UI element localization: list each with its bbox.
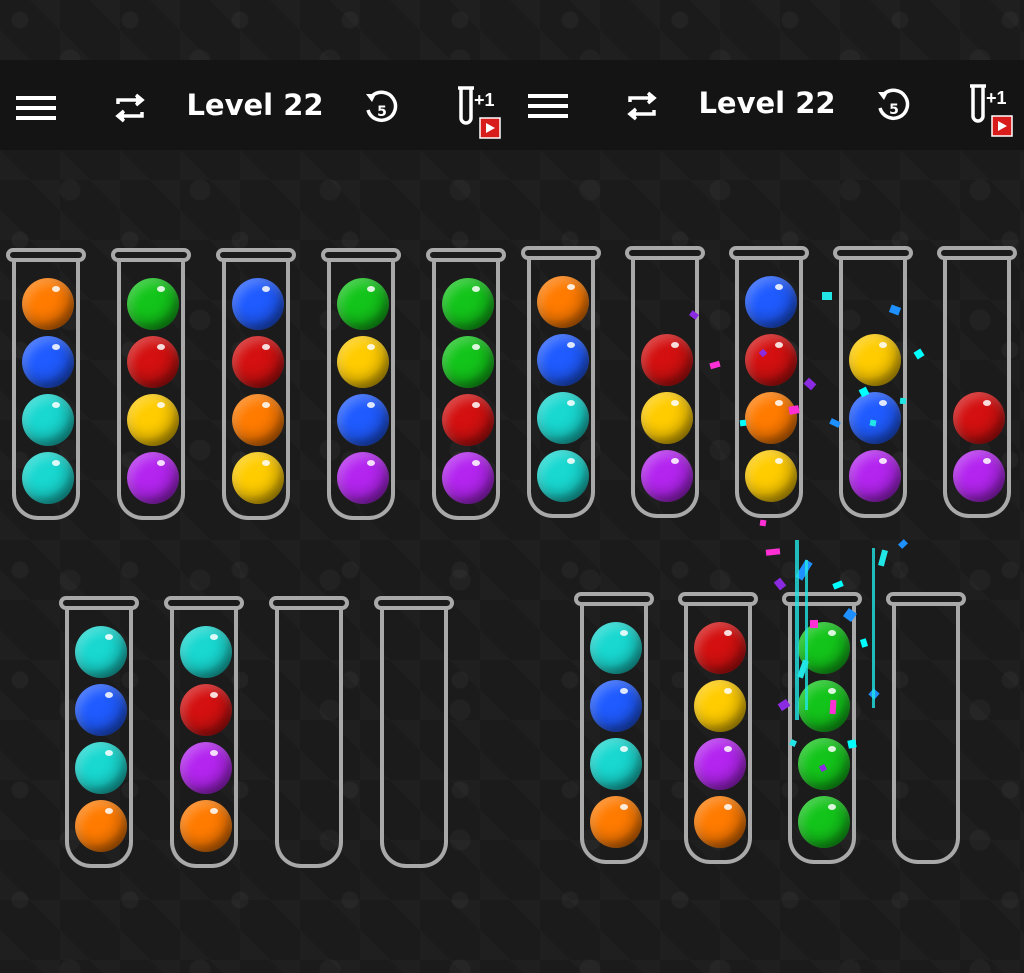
ball-red (641, 334, 693, 386)
tube[interactable] (678, 592, 758, 864)
tube[interactable] (6, 248, 86, 520)
confetti-streak (872, 548, 875, 708)
ball-red (953, 392, 1005, 444)
confetti-piece (869, 419, 877, 427)
ball-purple (694, 738, 746, 790)
ball-blue (22, 336, 74, 388)
ball-cyan (75, 626, 127, 678)
ball-red (442, 394, 494, 446)
tube[interactable] (269, 596, 349, 868)
svg-text:5: 5 (377, 104, 387, 120)
tube[interactable] (374, 596, 454, 868)
tube[interactable] (164, 596, 244, 868)
menu-icon[interactable] (12, 84, 60, 132)
ball-blue (537, 334, 589, 386)
ball-yellow (127, 394, 179, 446)
confetti-piece (829, 699, 837, 715)
ball-yellow (232, 452, 284, 504)
tube[interactable] (321, 248, 401, 520)
ball-orange (22, 278, 74, 330)
ball-green (337, 278, 389, 330)
ball-yellow (337, 336, 389, 388)
ball-red (694, 622, 746, 674)
ball-cyan (537, 450, 589, 502)
restart-icon[interactable] (106, 84, 154, 132)
ball-orange (232, 394, 284, 446)
ball-cyan (22, 452, 74, 504)
ball-cyan (537, 392, 589, 444)
confetti-streak (805, 560, 808, 710)
menu-icon[interactable] (524, 82, 572, 130)
ball-purple (127, 452, 179, 504)
level-title: Level 22 (698, 86, 836, 120)
tube[interactable] (426, 248, 506, 520)
ball-blue (337, 394, 389, 446)
tube[interactable] (521, 246, 601, 518)
ball-orange (694, 796, 746, 848)
restart-icon[interactable] (618, 82, 666, 130)
ball-green (127, 278, 179, 330)
tube[interactable] (833, 246, 913, 518)
ball-purple (641, 450, 693, 502)
ball-green (798, 796, 850, 848)
ball-purple (953, 450, 1005, 502)
confetti-piece (809, 619, 819, 629)
ball-purple (849, 450, 901, 502)
undo-icon[interactable]: 5 (358, 84, 406, 132)
tube[interactable] (886, 592, 966, 864)
ball-blue (745, 276, 797, 328)
ball-orange (75, 800, 127, 852)
ball-cyan (590, 622, 642, 674)
ball-orange (745, 392, 797, 444)
ball-red (127, 336, 179, 388)
confetti-piece (822, 292, 832, 300)
confetti-piece (847, 739, 857, 749)
ball-blue (590, 680, 642, 732)
tube[interactable] (59, 596, 139, 868)
ball-cyan (180, 626, 232, 678)
undo-icon[interactable]: 5 (870, 82, 918, 130)
ball-yellow (641, 392, 693, 444)
ball-yellow (849, 334, 901, 386)
ball-cyan (590, 738, 642, 790)
confetti-streak (795, 540, 799, 720)
ball-red (232, 336, 284, 388)
tube[interactable] (111, 248, 191, 520)
confetti-piece (899, 397, 907, 405)
confetti-piece (739, 419, 747, 427)
ball-blue (232, 278, 284, 330)
tube[interactable] (574, 592, 654, 864)
svg-text:5: 5 (889, 102, 899, 118)
add-tube-button[interactable]: +1 (452, 82, 504, 142)
confetti-piece (759, 519, 767, 527)
ball-purple (442, 452, 494, 504)
ball-cyan (22, 394, 74, 446)
tube[interactable] (729, 246, 809, 518)
ball-orange (537, 276, 589, 328)
ball-yellow (745, 450, 797, 502)
ball-blue (75, 684, 127, 736)
tube[interactable] (216, 248, 296, 520)
ball-red (745, 334, 797, 386)
level-title: Level 22 (186, 88, 324, 122)
ball-cyan (75, 742, 127, 794)
ball-yellow (694, 680, 746, 732)
ball-blue (849, 392, 901, 444)
tube[interactable] (625, 246, 705, 518)
ball-orange (180, 800, 232, 852)
extra-tube-label: +1 (474, 90, 495, 110)
ball-purple (180, 742, 232, 794)
ball-green (442, 336, 494, 388)
ball-orange (590, 796, 642, 848)
extra-tube-label: +1 (986, 88, 1007, 108)
tube[interactable] (937, 246, 1017, 518)
add-tube-button[interactable]: +1 (964, 80, 1016, 140)
ball-purple (337, 452, 389, 504)
ball-green (442, 278, 494, 330)
ball-red (180, 684, 232, 736)
